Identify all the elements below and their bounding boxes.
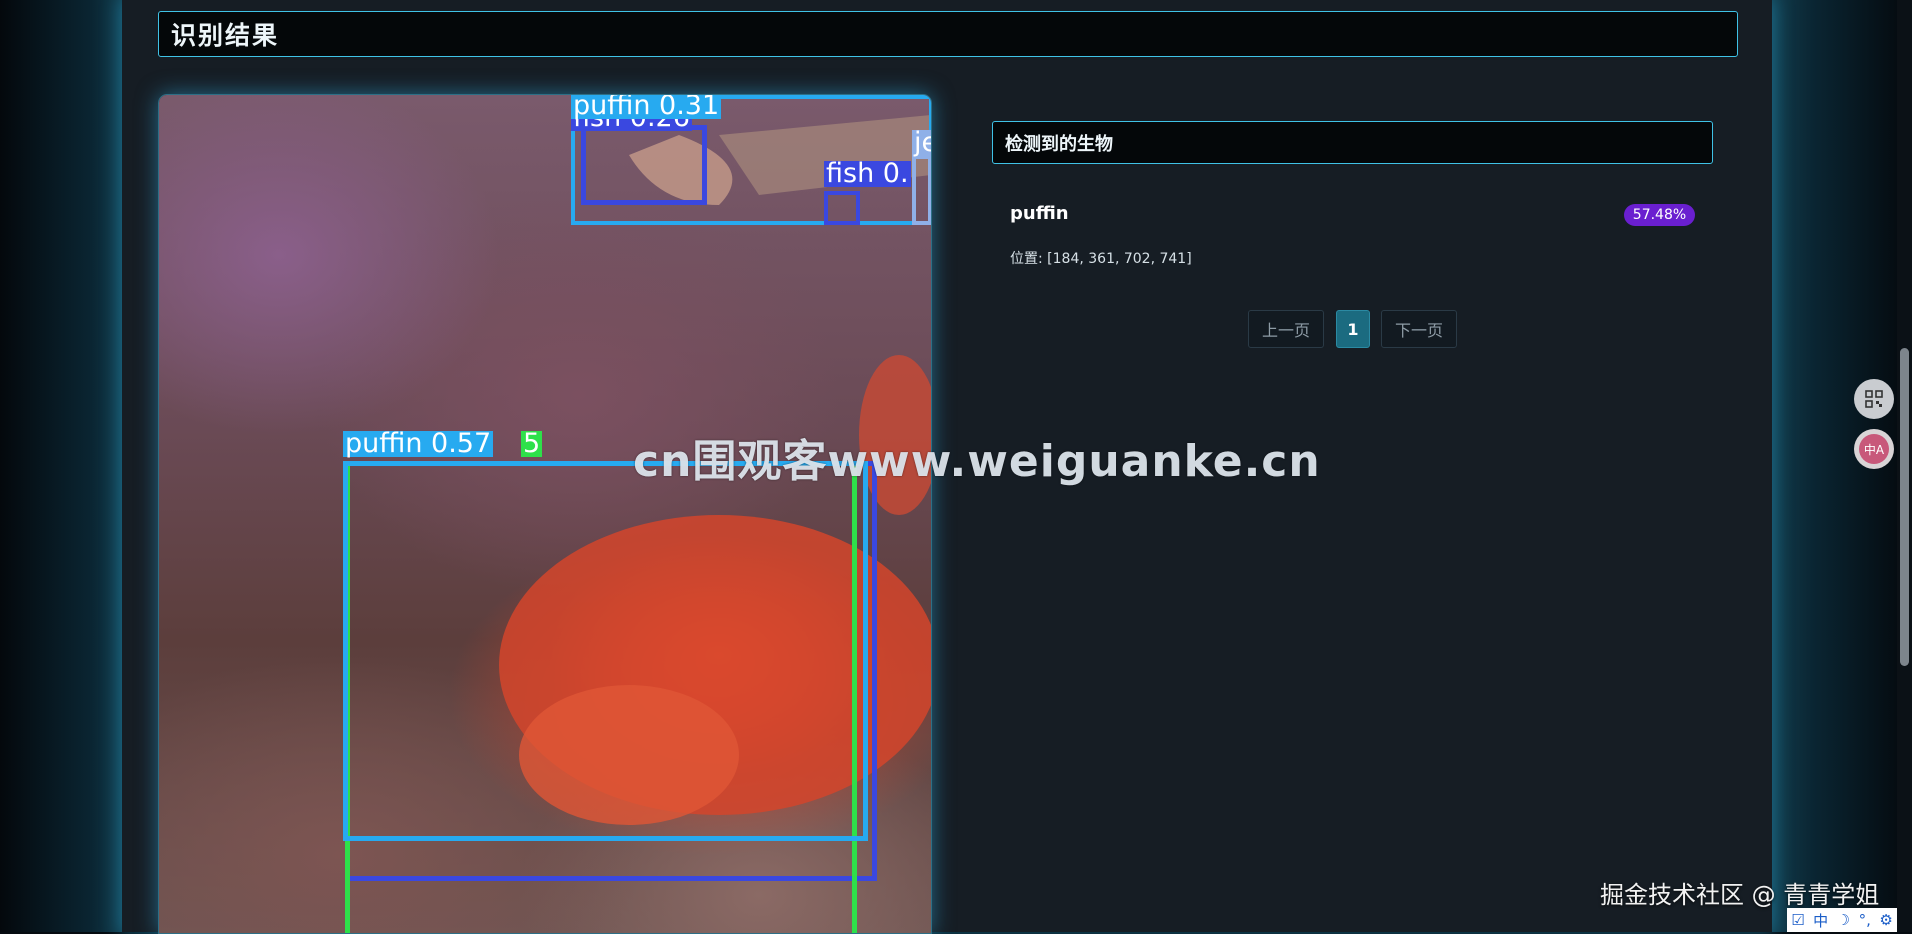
moon-icon[interactable]: ☽ [1837,911,1850,929]
results-title: 检测到的生物 [1005,133,1113,155]
qr-icon [1865,390,1883,408]
detection-label: 5 [521,428,543,459]
result-species: puffin [1010,203,1069,224]
ime-chinese-mode[interactable]: 中 [1813,910,1828,931]
detection-label: fish 0. [824,158,911,189]
detection-label: puffin 0.57 [343,428,494,459]
right-background [1772,0,1912,932]
left-background [0,0,122,932]
detection-box [912,155,931,225]
detection-image: fish 0.26 puffin 0.31 fish 0. je 5 puffi… [158,94,932,934]
detection-box [343,461,868,841]
settings-icon[interactable]: ⚙ [1879,911,1892,929]
checkbox-icon[interactable]: ☑ [1791,911,1804,929]
confidence-badge: 57.48% [1624,204,1695,226]
results-header: 检测到的生物 [992,121,1713,164]
current-page-button[interactable]: 1 [1336,310,1370,348]
detection-box [824,191,860,225]
detection-label: je [912,129,931,156]
scrollbar-thumb[interactable] [1900,348,1909,666]
section-title: 识别结果 [171,21,280,50]
result-position: 位置: [184, 361, 702, 741] [1010,251,1192,267]
section-header: 识别结果 [158,11,1738,57]
detection-box [581,125,707,205]
translate-icon: 中A [1859,434,1889,464]
detection-label: puffin 0.31 [571,94,722,121]
credit-watermark: 掘金技术社区 @ 青青学姐 [1600,881,1880,909]
ime-toolbar[interactable]: ☑ 中 ☽ °, ⚙ [1787,908,1897,932]
punctuation-icon[interactable]: °, [1859,911,1871,929]
floating-translate-button[interactable]: 中A [1854,429,1894,469]
next-page-button[interactable]: 下一页 [1381,310,1457,348]
prev-page-button[interactable]: 上一页 [1248,310,1324,348]
watermark: cn围观客www.weiguanke.cn [633,436,1321,487]
floating-qr-button[interactable] [1854,379,1894,419]
